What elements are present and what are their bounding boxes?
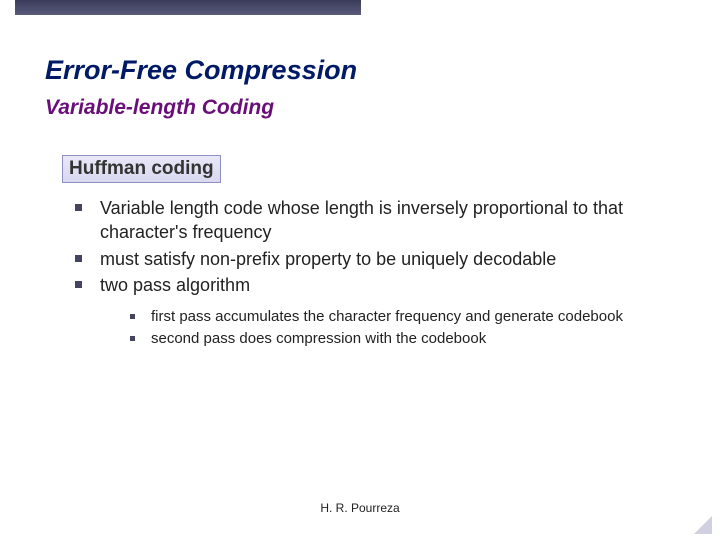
sub-bullet-item: first pass accumulates the character fre… bbox=[130, 307, 685, 327]
square-bullet-icon bbox=[130, 336, 135, 341]
bullet-item: two pass algorithm bbox=[75, 273, 675, 297]
bullet-text: must satisfy non-prefix property to be u… bbox=[100, 247, 556, 271]
bullet-text: two pass algorithm bbox=[100, 273, 250, 297]
square-bullet-icon bbox=[75, 204, 82, 211]
top-decorative-bar bbox=[15, 0, 361, 15]
sub-bullet-text: first pass accumulates the character fre… bbox=[151, 307, 623, 327]
page-curl-icon bbox=[694, 516, 712, 534]
section-heading-box: Huffman coding bbox=[62, 155, 221, 183]
bullet-list: Variable length code whose length is inv… bbox=[75, 196, 675, 352]
square-bullet-icon bbox=[130, 314, 135, 319]
sub-bullet-item: second pass does compression with the co… bbox=[130, 329, 685, 349]
sub-bullet-text: second pass does compression with the co… bbox=[151, 329, 486, 349]
section-heading-text: Huffman coding bbox=[69, 158, 214, 179]
square-bullet-icon bbox=[75, 255, 82, 262]
slide-title: Error-Free Compression bbox=[45, 55, 357, 86]
bullet-item: must satisfy non-prefix property to be u… bbox=[75, 247, 675, 271]
bullet-item: Variable length code whose length is inv… bbox=[75, 196, 675, 245]
square-bullet-icon bbox=[75, 281, 82, 288]
slide-footer: H. R. Pourreza bbox=[0, 501, 720, 515]
slide-subtitle: Variable-length Coding bbox=[45, 96, 274, 120]
bullet-text: Variable length code whose length is inv… bbox=[100, 196, 675, 245]
sub-bullet-list: first pass accumulates the character fre… bbox=[130, 307, 685, 350]
